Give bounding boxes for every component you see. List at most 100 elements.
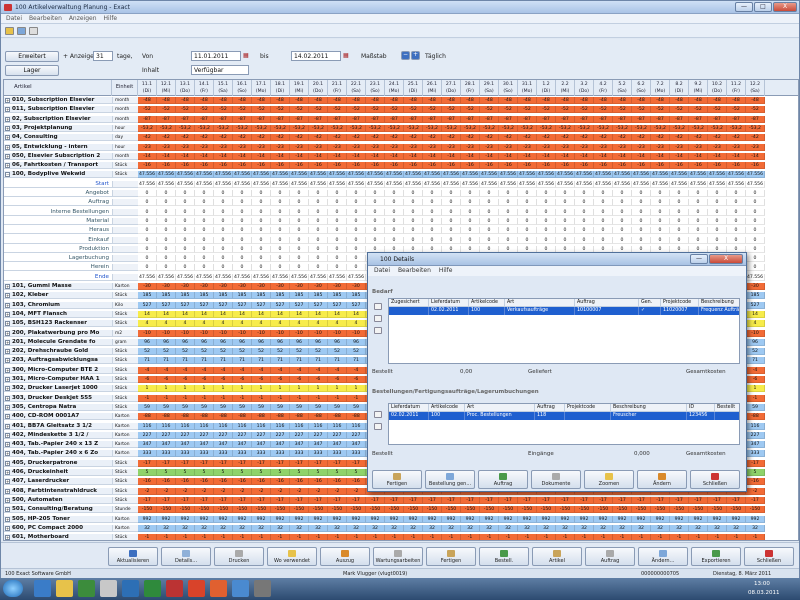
value-cell[interactable]: -52 — [366, 106, 385, 114]
value-cell[interactable]: 0 — [613, 208, 632, 216]
value-cell[interactable]: 0 — [271, 190, 290, 197]
value-cell[interactable]: 71 — [252, 357, 271, 365]
value-cell[interactable]: 52 — [214, 348, 233, 356]
value-cell[interactable]: -23 — [613, 143, 632, 151]
value-cell[interactable]: 32 — [499, 524, 518, 532]
value-cell[interactable]: -23 — [366, 143, 385, 151]
value-cell[interactable]: 0 — [575, 208, 594, 216]
value-cell[interactable]: -52 — [347, 106, 366, 114]
value-cell[interactable]: 0 — [138, 227, 157, 235]
value-cell[interactable]: 0 — [746, 236, 765, 244]
value-cell[interactable]: 32 — [575, 524, 594, 532]
article-name[interactable]: Ende — [4, 273, 112, 281]
value-cell[interactable]: -16 — [233, 478, 252, 486]
value-cell[interactable]: -23 — [632, 143, 651, 151]
value-cell[interactable]: 116 — [746, 422, 765, 430]
article-name[interactable]: 04, Consulting — [4, 134, 112, 142]
value-cell[interactable]: -1 — [328, 394, 347, 402]
value-cell[interactable]: 71 — [290, 357, 309, 365]
value-cell[interactable]: 47.556 — [423, 180, 442, 188]
value-cell[interactable]: -23 — [442, 143, 461, 151]
value-cell[interactable]: -17 — [309, 496, 328, 504]
value-cell[interactable]: 47.556 — [423, 171, 442, 179]
dialog-menu-hilfe[interactable]: Hilfe — [439, 266, 453, 276]
value-cell[interactable]: 47.556 — [328, 273, 347, 281]
value-cell[interactable]: -16 — [176, 478, 195, 486]
action-button[interactable]: Schließen — [744, 547, 794, 566]
table-cell[interactable]: 10100007 — [575, 307, 639, 315]
value-cell[interactable]: -88 — [347, 413, 366, 421]
value-cell[interactable]: -52 — [385, 106, 404, 114]
value-cell[interactable]: 0 — [214, 264, 233, 272]
value-cell[interactable]: -52 — [727, 106, 746, 114]
value-cell[interactable]: 71 — [157, 357, 176, 365]
dialog-button[interactable]: Dokumente — [531, 470, 581, 489]
value-cell[interactable]: 0 — [195, 264, 214, 272]
value-cell[interactable]: -53,2 — [404, 124, 423, 132]
value-cell[interactable]: 0 — [290, 208, 309, 216]
value-cell[interactable]: -53,2 — [347, 124, 366, 132]
action-button[interactable]: Exportieren — [691, 547, 741, 566]
value-cell[interactable]: -23 — [252, 143, 271, 151]
value-cell[interactable]: 0 — [195, 227, 214, 235]
attach-icon[interactable] — [374, 423, 382, 430]
value-cell[interactable]: -6 — [157, 376, 176, 383]
value-cell[interactable]: 347 — [195, 441, 214, 449]
media-icon[interactable] — [78, 580, 95, 597]
value-cell[interactable]: -42 — [423, 134, 442, 142]
value-cell[interactable]: -42 — [670, 134, 689, 142]
table-cell[interactable] — [389, 307, 429, 315]
value-cell[interactable]: -87 — [157, 115, 176, 123]
value-cell[interactable]: -6 — [233, 376, 252, 383]
value-cell[interactable]: 0 — [727, 227, 746, 235]
value-cell[interactable]: -53,2 — [670, 124, 689, 132]
column-header[interactable]: Zugesichert — [389, 299, 429, 307]
value-cell[interactable]: -53,2 — [442, 124, 461, 132]
column-date[interactable]: 22.1 (Sa) — [347, 80, 366, 96]
erweitert-button[interactable]: Erweitert — [5, 51, 59, 62]
value-cell[interactable]: 32 — [176, 524, 195, 532]
app-icon[interactable] — [100, 580, 117, 597]
article-name[interactable]: 03, Projektplanung — [4, 124, 112, 132]
value-cell[interactable]: -17 — [689, 496, 708, 504]
value-cell[interactable]: -16 — [195, 162, 214, 170]
value-cell[interactable]: -150 — [309, 506, 328, 514]
value-cell[interactable]: 333 — [328, 450, 347, 458]
value-cell[interactable]: 0 — [328, 199, 347, 207]
anzeigen-days-input[interactable]: 31 — [93, 51, 113, 61]
value-cell[interactable]: -48 — [423, 97, 442, 104]
expand-icon[interactable]: + — [5, 404, 10, 410]
dialog-button[interactable]: Ändern — [637, 470, 687, 489]
value-cell[interactable]: -14 — [252, 152, 271, 160]
value-cell[interactable]: -30 — [138, 283, 157, 290]
value-cell[interactable]: 992 — [404, 515, 423, 523]
value-cell[interactable]: -23 — [233, 143, 252, 151]
value-cell[interactable]: 0 — [746, 208, 765, 216]
value-cell[interactable]: -1 — [366, 534, 385, 540]
value-cell[interactable]: -48 — [461, 97, 480, 104]
expand-icon[interactable]: + — [5, 349, 10, 355]
value-cell[interactable]: -87 — [461, 115, 480, 123]
value-cell[interactable]: 333 — [157, 450, 176, 458]
value-cell[interactable]: -150 — [423, 506, 442, 514]
value-cell[interactable]: -23 — [499, 143, 518, 151]
value-cell[interactable]: -52 — [613, 106, 632, 114]
value-cell[interactable]: -1 — [518, 534, 537, 540]
article-name[interactable]: 301, Micro-Computer HAA 1 — [4, 376, 112, 383]
value-cell[interactable]: 527 — [195, 301, 214, 309]
value-cell[interactable]: -16 — [214, 162, 233, 170]
value-cell[interactable]: 47.556 — [670, 171, 689, 179]
column-date[interactable]: 3.2 (Do) — [575, 80, 594, 96]
value-cell[interactable]: 0 — [252, 227, 271, 235]
value-cell[interactable]: -14 — [138, 152, 157, 160]
action-button[interactable]: Ändern... — [638, 547, 688, 566]
value-cell[interactable]: -42 — [613, 134, 632, 142]
value-cell[interactable]: -23 — [214, 143, 233, 151]
value-cell[interactable]: 0 — [347, 245, 366, 253]
value-cell[interactable]: 71 — [233, 357, 252, 365]
value-cell[interactable]: 992 — [309, 515, 328, 523]
value-cell[interactable]: 47.556 — [233, 273, 252, 281]
value-cell[interactable]: 0 — [594, 236, 613, 244]
column-date[interactable]: 18.1 (Di) — [271, 80, 290, 96]
expand-icon[interactable]: + — [5, 525, 10, 531]
